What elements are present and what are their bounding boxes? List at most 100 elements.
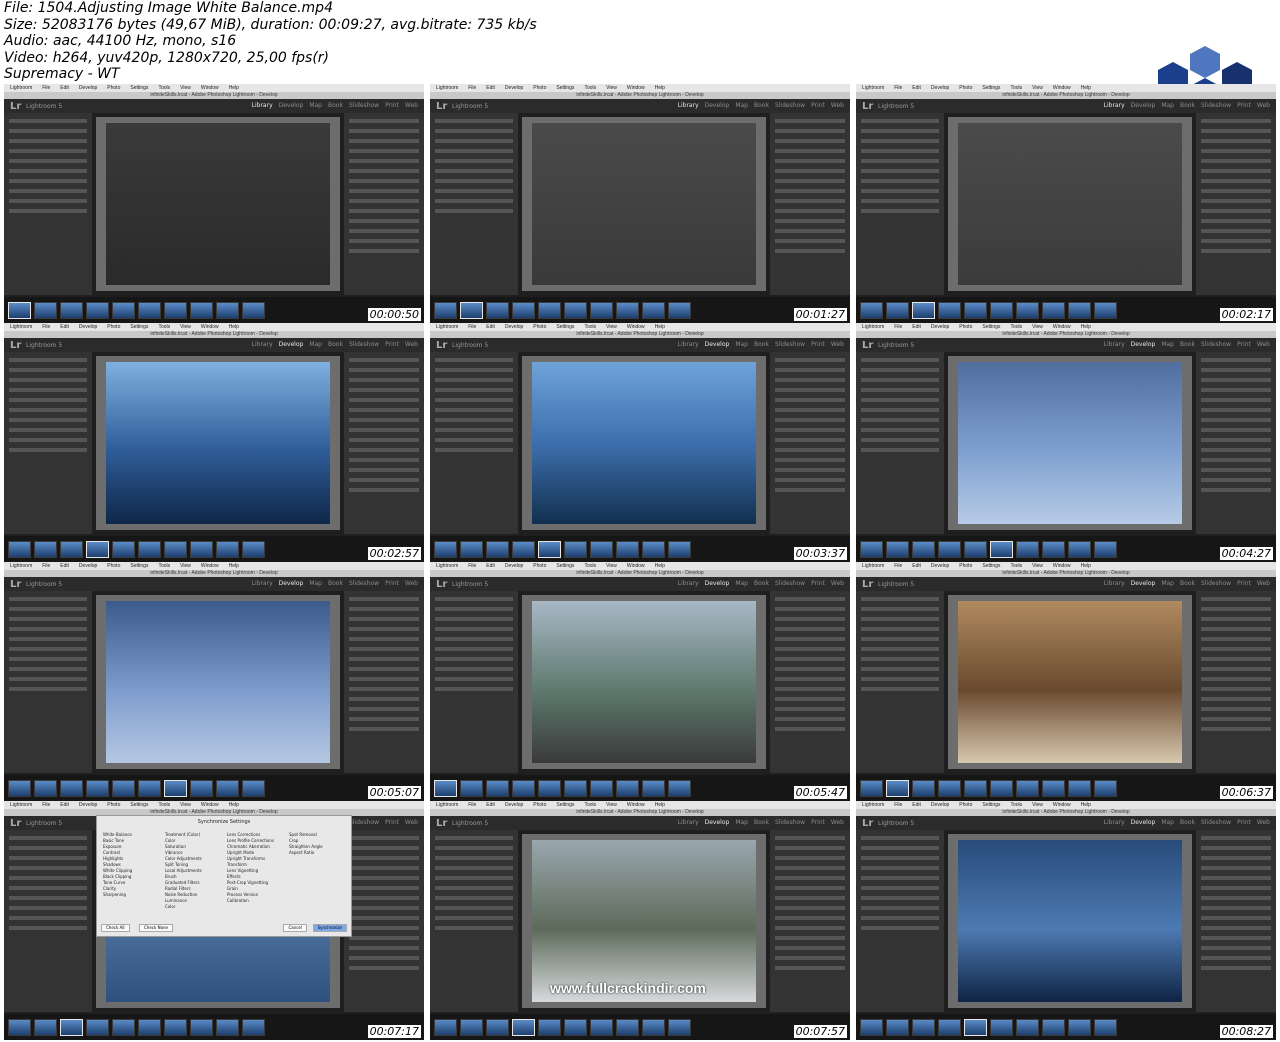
- panel-row[interactable]: [9, 149, 87, 153]
- slider-row[interactable]: [775, 677, 845, 681]
- slider-row[interactable]: [349, 707, 419, 711]
- panel-row[interactable]: [861, 667, 939, 671]
- filmstrip-thumbnail[interactable]: [60, 301, 83, 319]
- slider-row[interactable]: [1201, 956, 1271, 960]
- slider-row[interactable]: [775, 398, 845, 402]
- filmstrip-thumbnail[interactable]: [242, 301, 265, 319]
- menu-item[interactable]: Window: [201, 324, 219, 330]
- menu-item[interactable]: File: [894, 324, 902, 330]
- panel-row[interactable]: [9, 916, 87, 920]
- slider-row[interactable]: [1201, 717, 1271, 721]
- filmstrip-thumbnail[interactable]: [34, 540, 57, 558]
- synchronize-button[interactable]: Synchronize: [312, 924, 347, 932]
- slider-row[interactable]: [1201, 129, 1271, 133]
- menu-item[interactable]: Help: [655, 324, 665, 330]
- module-tab[interactable]: Library: [678, 102, 699, 109]
- filmstrip-thumbnail[interactable]: [642, 779, 665, 797]
- filmstrip-thumbnail[interactable]: [616, 779, 639, 797]
- slider-row[interactable]: [775, 886, 845, 890]
- slider-row[interactable]: [775, 906, 845, 910]
- filmstrip-thumbnail[interactable]: [990, 779, 1013, 797]
- menu-item[interactable]: Lightroom: [862, 563, 884, 569]
- module-tab[interactable]: Develop: [1131, 580, 1156, 587]
- panel-row[interactable]: [9, 607, 87, 611]
- panel-row[interactable]: [861, 169, 939, 173]
- menu-item[interactable]: Photo: [533, 85, 546, 91]
- module-tab[interactable]: Print: [385, 102, 399, 109]
- panel-row[interactable]: [9, 677, 87, 681]
- filmstrip-thumbnail[interactable]: [138, 1018, 161, 1036]
- panel-row[interactable]: [435, 836, 513, 840]
- menu-item[interactable]: Edit: [912, 324, 921, 330]
- slider-row[interactable]: [775, 896, 845, 900]
- setting-checkbox[interactable]: Calibration: [227, 898, 274, 904]
- filmstrip-thumbnail[interactable]: [938, 540, 961, 558]
- filmstrip-thumbnail[interactable]: [912, 779, 935, 797]
- module-tab[interactable]: Library: [678, 580, 699, 587]
- filmstrip-thumbnail[interactable]: [164, 779, 187, 797]
- menu-item[interactable]: Tools: [158, 85, 170, 91]
- menu-item[interactable]: File: [42, 324, 50, 330]
- filmstrip-thumbnail[interactable]: [112, 779, 135, 797]
- filmstrip-thumbnail[interactable]: [460, 301, 483, 319]
- panel-row[interactable]: [9, 886, 87, 890]
- module-tab[interactable]: Web: [1257, 819, 1270, 826]
- module-tab[interactable]: Book: [1180, 102, 1195, 109]
- slider-row[interactable]: [349, 199, 419, 203]
- panel-row[interactable]: [861, 209, 939, 213]
- menu-item[interactable]: Edit: [60, 85, 69, 91]
- filmstrip-thumbnail[interactable]: [912, 540, 935, 558]
- menu-item[interactable]: Settings: [982, 563, 1000, 569]
- menu-item[interactable]: Develop: [931, 324, 949, 330]
- panel-row[interactable]: [9, 876, 87, 880]
- panel-row[interactable]: [435, 906, 513, 910]
- slider-row[interactable]: [349, 189, 419, 193]
- menu-item[interactable]: Lightroom: [10, 324, 32, 330]
- slider-row[interactable]: [1201, 597, 1271, 601]
- slider-row[interactable]: [1201, 836, 1271, 840]
- filmstrip-thumbnail[interactable]: [1094, 540, 1117, 558]
- filmstrip-thumbnail[interactable]: [538, 540, 561, 558]
- filmstrip-thumbnail[interactable]: [512, 1018, 535, 1036]
- menu-item[interactable]: Edit: [60, 802, 69, 808]
- filmstrip-thumbnail[interactable]: [86, 301, 109, 319]
- filmstrip-thumbnail[interactable]: [860, 779, 883, 797]
- filmstrip-thumbnail[interactable]: [590, 779, 613, 797]
- slider-row[interactable]: [775, 199, 845, 203]
- slider-row[interactable]: [349, 488, 419, 492]
- slider-row[interactable]: [349, 936, 419, 940]
- panel-row[interactable]: [861, 657, 939, 661]
- slider-row[interactable]: [775, 876, 845, 880]
- panel-row[interactable]: [9, 199, 87, 203]
- slider-row[interactable]: [1201, 946, 1271, 950]
- filmstrip-thumbnail[interactable]: [512, 301, 535, 319]
- panel-row[interactable]: [861, 159, 939, 163]
- slider-row[interactable]: [1201, 119, 1271, 123]
- module-tab[interactable]: Develop: [705, 102, 730, 109]
- slider-row[interactable]: [1201, 229, 1271, 233]
- slider-row[interactable]: [349, 368, 419, 372]
- module-tab[interactable]: Library: [1104, 580, 1125, 587]
- menu-item[interactable]: Photo: [107, 802, 120, 808]
- module-tab[interactable]: Web: [405, 102, 418, 109]
- slider-row[interactable]: [1201, 368, 1271, 372]
- filmstrip-thumbnail[interactable]: [460, 540, 483, 558]
- filmstrip-thumbnail[interactable]: [486, 779, 509, 797]
- panel-row[interactable]: [9, 368, 87, 372]
- filmstrip-thumbnail[interactable]: [1094, 779, 1117, 797]
- menu-item[interactable]: Tools: [1010, 324, 1022, 330]
- slider-row[interactable]: [1201, 727, 1271, 731]
- slider-row[interactable]: [1201, 418, 1271, 422]
- slider-row[interactable]: [1201, 458, 1271, 462]
- filmstrip-thumbnail[interactable]: [486, 1018, 509, 1036]
- module-tab[interactable]: Map: [309, 102, 322, 109]
- slider-row[interactable]: [1201, 896, 1271, 900]
- module-tab[interactable]: Slideshow: [775, 819, 805, 826]
- panel-row[interactable]: [435, 627, 513, 631]
- slider-row[interactable]: [1201, 249, 1271, 253]
- filmstrip-thumbnail[interactable]: [1042, 1018, 1065, 1036]
- menu-item[interactable]: Window: [627, 85, 645, 91]
- slider-row[interactable]: [1201, 149, 1271, 153]
- menu-item[interactable]: View: [1032, 563, 1043, 569]
- menu-item[interactable]: Help: [1081, 324, 1091, 330]
